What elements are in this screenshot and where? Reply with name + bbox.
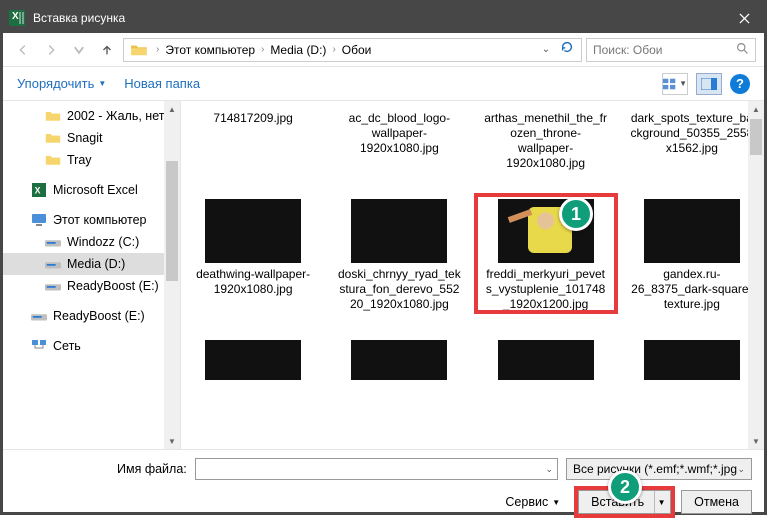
svg-text:X: X <box>35 186 41 196</box>
view-mode-button[interactable]: ▼ <box>662 73 688 95</box>
scroll-down-icon[interactable]: ▼ <box>164 433 180 449</box>
file-thumbnail <box>205 340 301 380</box>
file-item[interactable]: dark_spots_texture_background_50355_2558… <box>630 107 754 171</box>
file-item[interactable]: ac_dc_blood_logo-wallpaper-1920x1080.jpg <box>337 107 461 171</box>
file-item[interactable]: doski_chrnyy_ryad_tekstura_fon_derevo_55… <box>337 199 461 312</box>
chevron-down-icon: ▼ <box>679 79 687 88</box>
help-button[interactable]: ? <box>730 74 750 94</box>
file-item[interactable]: arthas_menethil_the_frozen_throne-wallpa… <box>484 107 608 171</box>
organize-menu[interactable]: Упорядочить ▼ <box>17 76 106 91</box>
cancel-button[interactable]: Отмена <box>681 490 752 514</box>
tree-folder[interactable]: 2002 - Жаль, нет <box>3 105 180 127</box>
filename-label: Имя файла: <box>15 462 187 476</box>
chevron-right-icon: › <box>152 44 163 55</box>
folder-icon <box>130 43 148 57</box>
breadcrumb-drive[interactable]: Media (D:) <box>268 43 328 57</box>
search-icon <box>736 42 749 58</box>
chevron-right-icon: › <box>257 44 268 55</box>
folder-tree[interactable]: 2002 - Жаль, нет Snagit Tray X Microsoft… <box>3 101 181 449</box>
file-thumbnail <box>205 199 301 263</box>
chevron-down-icon: ▼ <box>552 498 560 507</box>
file-thumbnail <box>351 199 447 263</box>
chevron-down-icon: ⌄ <box>737 464 745 475</box>
annotation-2: 2 <box>608 470 642 504</box>
breadcrumb-folder[interactable]: Обои <box>340 43 374 57</box>
grid-scrollbar[interactable]: ▲ ▼ <box>748 101 764 449</box>
chevron-down-icon[interactable]: ⌄ <box>537 44 555 55</box>
insert-dropdown[interactable]: ▼ <box>654 491 668 513</box>
window-title: Вставка рисунка <box>33 11 724 25</box>
filename-input[interactable]: ⌄ <box>195 458 558 480</box>
tree-drive-d[interactable]: Media (D:) <box>3 253 180 275</box>
tree-drive-c[interactable]: Windozz (C:) <box>3 231 180 253</box>
file-thumbnail <box>498 340 594 380</box>
chevron-down-icon[interactable]: ⌄ <box>545 464 553 475</box>
tree-network[interactable]: Сеть <box>3 335 180 357</box>
excel-icon <box>9 10 25 26</box>
file-thumbnail <box>351 340 447 380</box>
tree-folder[interactable]: Snagit <box>3 127 180 149</box>
file-thumbnail <box>644 340 740 380</box>
new-folder-button[interactable]: Новая папка <box>124 76 200 91</box>
file-item[interactable] <box>337 340 461 380</box>
filetype-filter[interactable]: Все рисунки (*.emf;*.wmf;*.jpg ⌄ <box>566 458 752 480</box>
tree-excel[interactable]: X Microsoft Excel <box>3 179 180 201</box>
scroll-thumb[interactable] <box>750 119 762 155</box>
tree-folder[interactable]: Tray <box>3 149 180 171</box>
breadcrumb[interactable]: › Этот компьютер › Media (D:) › Обои ⌄ <box>123 38 582 62</box>
back-button[interactable] <box>11 38 35 62</box>
up-button[interactable] <box>95 38 119 62</box>
tree-drive-e[interactable]: ReadyBoost (E:) <box>3 275 180 297</box>
annotation-1: 1 <box>559 197 593 231</box>
tree-this-pc[interactable]: Этот компьютер <box>3 209 180 231</box>
scroll-up-icon[interactable]: ▲ <box>164 101 180 117</box>
tree-readyboost[interactable]: ReadyBoost (E:) <box>3 305 180 327</box>
file-grid[interactable]: 714817209.jpg ac_dc_blood_logo-wallpaper… <box>181 101 764 449</box>
file-item[interactable] <box>191 340 315 380</box>
file-item[interactable] <box>630 340 754 380</box>
scroll-thumb[interactable] <box>166 161 178 281</box>
tree-scrollbar[interactable]: ▲ ▼ <box>164 101 180 449</box>
file-item[interactable]: deathwing-wallpaper-1920x1080.jpg <box>191 199 315 312</box>
search-placeholder: Поиск: Обои <box>593 43 663 57</box>
service-menu[interactable]: Сервис ▼ <box>505 495 560 509</box>
file-item[interactable]: gandex.ru-26_8375_dark-square-texture.jp… <box>630 199 754 312</box>
file-item[interactable]: 714817209.jpg <box>191 107 315 171</box>
search-input[interactable]: Поиск: Обои <box>586 38 756 62</box>
file-item[interactable] <box>484 340 608 380</box>
scroll-down-icon[interactable]: ▼ <box>748 433 764 449</box>
breadcrumb-pc[interactable]: Этот компьютер <box>163 43 257 57</box>
close-button[interactable] <box>724 3 764 33</box>
file-thumbnail <box>644 199 740 263</box>
chevron-right-icon: › <box>328 44 339 55</box>
forward-button[interactable] <box>39 38 63 62</box>
recent-dropdown[interactable] <box>67 38 91 62</box>
scroll-up-icon[interactable]: ▲ <box>748 101 764 117</box>
preview-pane-button[interactable] <box>696 73 722 95</box>
chevron-down-icon: ▼ <box>98 79 106 88</box>
refresh-button[interactable] <box>555 40 579 59</box>
